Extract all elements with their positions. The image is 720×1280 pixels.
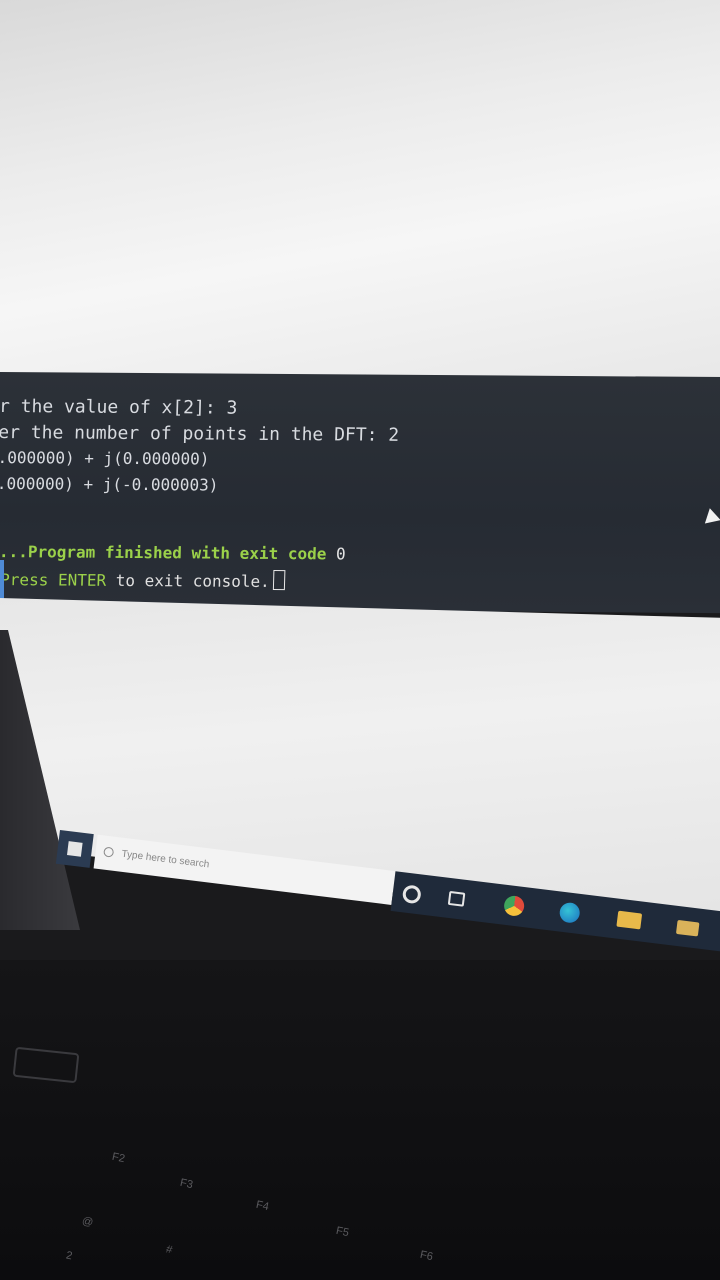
app-icon[interactable] bbox=[675, 919, 700, 937]
key-f6[interactable]: F6 bbox=[419, 1249, 434, 1263]
console-line-result-1: .000000) + j(0.000000) bbox=[0, 448, 210, 469]
edge-icon[interactable] bbox=[558, 901, 581, 924]
press-enter-line: Press ENTER to exit console. bbox=[0, 568, 286, 591]
laptop-keyboard bbox=[0, 960, 720, 1280]
console-line-x2: r the value of x[2]: 3 bbox=[0, 396, 238, 419]
exit-code: 0 bbox=[335, 544, 346, 564]
search-placeholder: Type here to search bbox=[120, 848, 210, 871]
task-view-icon[interactable] bbox=[447, 890, 466, 907]
key-f5[interactable]: F5 bbox=[335, 1225, 350, 1239]
cortana-icon[interactable] bbox=[401, 884, 422, 905]
search-icon bbox=[103, 846, 115, 858]
exit-status-line: ...Program finished with exit code 0 bbox=[0, 542, 346, 563]
key-f4[interactable]: F4 bbox=[255, 1199, 270, 1213]
chrome-icon[interactable] bbox=[502, 894, 526, 918]
file-explorer-icon[interactable] bbox=[616, 910, 643, 930]
terminal-console[interactable]: r the value of x[2]: 3 er the number of … bbox=[0, 372, 720, 614]
press-enter-rest: to exit console. bbox=[105, 570, 271, 591]
key-f2[interactable]: F2 bbox=[111, 1151, 126, 1165]
exit-status-text: ...Program finished with exit code bbox=[0, 542, 327, 564]
key-f3[interactable]: F3 bbox=[179, 1177, 194, 1191]
windows-start-icon bbox=[67, 841, 83, 857]
text-cursor bbox=[272, 569, 286, 591]
start-button[interactable] bbox=[55, 830, 94, 868]
press-enter-key: Press ENTER bbox=[0, 570, 107, 590]
monitor-screen-top bbox=[0, 0, 720, 395]
console-line-result-2: .000000) + j(-0.000003) bbox=[0, 474, 219, 495]
console-line-dft-points: er the number of points in the DFT: 2 bbox=[0, 422, 400, 446]
